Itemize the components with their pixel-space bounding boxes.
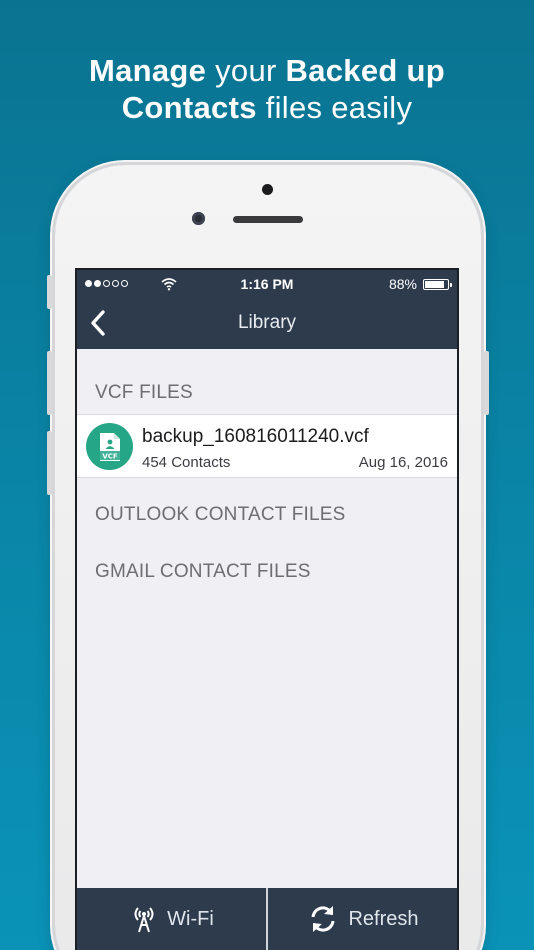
volume-down-button — [47, 431, 52, 495]
earpiece-speaker — [233, 216, 303, 223]
headline-text-files-easily: files easily — [256, 90, 413, 125]
file-contact-count: 454 Contacts — [142, 454, 231, 471]
power-button — [484, 351, 489, 415]
status-bar: 1:16 PM 88% — [77, 270, 457, 298]
section-header-vcf: VCF FILES — [95, 382, 193, 403]
mute-switch — [47, 275, 52, 309]
refresh-button-label: Refresh — [348, 907, 419, 930]
promo-headline: Manage your Backed up Contacts files eas… — [0, 52, 534, 126]
vcf-icon-label: VCF — [102, 452, 118, 460]
refresh-button[interactable]: Refresh — [268, 888, 457, 950]
headline-bold-contacts: Contacts — [121, 90, 257, 125]
section-header-gmail: GMAIL CONTACT FILES — [95, 561, 311, 582]
section-header-outlook: OUTLOOK CONTACT FILES — [95, 504, 346, 525]
headline-bold-manage: Manage — [88, 53, 207, 88]
battery-percentage: 88% — [388, 276, 417, 292]
headline-bold-backed-up: Backed up — [285, 53, 446, 88]
file-date: Aug 16, 2016 — [358, 454, 448, 471]
page-title: Library — [237, 312, 297, 333]
bottom-toolbar: Wi-Fi Refresh — [77, 888, 457, 950]
wifi-button[interactable]: Wi-Fi — [77, 888, 266, 950]
proximity-sensor — [262, 184, 273, 195]
headline-text-your: your — [206, 53, 286, 88]
front-camera — [192, 212, 205, 225]
navigation-bar: 1:16 PM 88% Library — [77, 270, 457, 349]
file-name: backup_160816011240.vcf — [142, 426, 369, 447]
wifi-transfer-icon — [134, 907, 154, 933]
refresh-icon — [311, 906, 335, 932]
vcf-file-icon: VCF — [86, 423, 133, 470]
battery-icon — [423, 279, 452, 290]
wifi-button-label: Wi-Fi — [167, 907, 214, 930]
phone-screen: 1:16 PM 88% Library VCF FILES VCF backup… — [75, 268, 459, 950]
file-list-item[interactable]: VCF backup_160816011240.vcf 454 Contacts… — [77, 414, 457, 478]
volume-up-button — [47, 351, 52, 415]
